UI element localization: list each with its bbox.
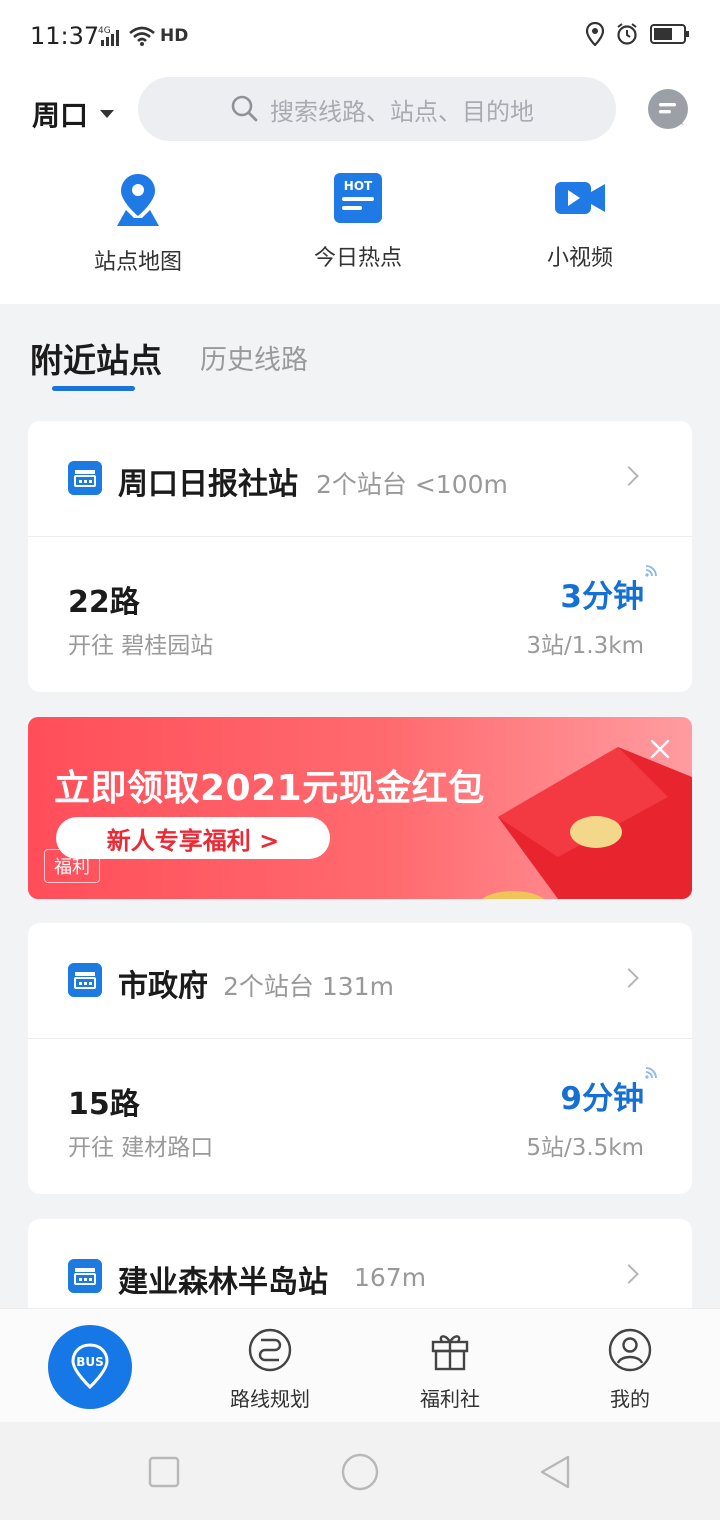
route-number: 22路 bbox=[68, 585, 140, 620]
quick-action-label: 今日热点 bbox=[313, 246, 402, 271]
chevron-right-icon bbox=[619, 1264, 639, 1284]
quick-action-short-video[interactable]: 小视频 bbox=[500, 172, 660, 272]
bus-stop-icon bbox=[68, 963, 102, 997]
red-envelope-illustration bbox=[482, 747, 692, 899]
city-selector[interactable]: 周口 bbox=[32, 94, 115, 134]
station-meta: 2个站台 <100m bbox=[316, 470, 508, 499]
route-distance: 3站/1.3km bbox=[526, 633, 644, 659]
status-indicators: 4G HD bbox=[98, 24, 188, 48]
route-direction: 开往 建材路口 bbox=[68, 1135, 214, 1161]
message-button[interactable] bbox=[648, 89, 688, 129]
battery-icon bbox=[650, 24, 689, 44]
banner-tag: 福利 bbox=[44, 849, 100, 883]
map-pin-icon bbox=[117, 174, 159, 226]
station-name: 周口日报社站 bbox=[118, 467, 298, 502]
hot-news-icon: HOT bbox=[334, 173, 382, 223]
station-header[interactable]: 建业森林半岛站 167m bbox=[28, 1219, 692, 1319]
alarm-icon bbox=[617, 23, 637, 45]
home-icon[interactable] bbox=[340, 1452, 380, 1492]
nav-bus-home[interactable]: BUS bbox=[48, 1325, 132, 1409]
hd-indicator: HD bbox=[160, 26, 189, 46]
search-icon bbox=[231, 95, 258, 122]
nav-label: 路线规划 bbox=[230, 1387, 310, 1411]
dropdown-caret-icon bbox=[100, 110, 115, 118]
recent-apps-icon[interactable] bbox=[148, 1456, 180, 1488]
tab-nearby-stations[interactable]: 附近站点 bbox=[30, 334, 162, 382]
arrival-eta: 3分钟 bbox=[560, 579, 644, 615]
network-label: 4G bbox=[98, 26, 111, 36]
route-direction: 开往 碧桂园站 bbox=[68, 633, 214, 659]
status-time: 11:37 bbox=[30, 22, 100, 50]
gift-icon bbox=[431, 1335, 469, 1371]
route-distance: 5站/3.5km bbox=[526, 1135, 644, 1161]
active-tab-indicator bbox=[52, 386, 135, 391]
city-name: 周口 bbox=[32, 99, 89, 132]
station-card: 周口日报社站 2个站台 <100m 22路 开往 碧桂园站 3分钟 3站/1.3… bbox=[28, 421, 692, 692]
location-icon bbox=[586, 22, 604, 46]
chevron-right-icon bbox=[619, 968, 639, 988]
station-meta: 167m bbox=[354, 1263, 427, 1292]
quick-action-station-map[interactable]: 站点地图 bbox=[58, 172, 218, 276]
realtime-signal-icon bbox=[645, 1067, 657, 1079]
banner-title: 立即领取2021元现金红包 bbox=[54, 768, 485, 809]
tab-history-routes[interactable]: 历史线路 bbox=[200, 338, 308, 377]
station-header[interactable]: 市政府 2个站台 131m bbox=[28, 923, 692, 1039]
station-meta: 2个站台 131m bbox=[223, 972, 394, 1001]
search-placeholder: 搜索线路、站点、目的地 bbox=[270, 97, 534, 126]
station-header[interactable]: 周口日报社站 2个站台 <100m bbox=[28, 421, 692, 537]
realtime-signal-icon bbox=[645, 565, 657, 577]
close-icon[interactable] bbox=[648, 737, 672, 761]
route-number: 15路 bbox=[68, 1087, 140, 1122]
wifi-icon bbox=[129, 26, 155, 46]
nav-route-planning[interactable]: 路线规划 bbox=[210, 1327, 330, 1412]
app-header: 周口 搜索线路、站点、目的地 站点地图 HOT 今日热点 小视频 bbox=[0, 72, 720, 304]
chevron-right-icon bbox=[619, 466, 639, 486]
video-camera-icon bbox=[555, 182, 605, 214]
status-bar: 11:37 4G HD bbox=[0, 0, 720, 72]
hot-badge: HOT bbox=[344, 179, 373, 193]
bus-stop-icon bbox=[68, 1259, 102, 1293]
nav-profile[interactable]: 我的 bbox=[570, 1327, 690, 1412]
promo-banner[interactable]: 立即领取2021元现金红包 新人专享福利 > 福利 bbox=[28, 717, 692, 899]
system-navigation-bar bbox=[0, 1422, 720, 1520]
user-icon bbox=[608, 1328, 652, 1372]
search-bar[interactable]: 搜索线路、站点、目的地 bbox=[138, 77, 616, 141]
station-card: 建业森林半岛站 167m bbox=[28, 1219, 692, 1319]
nav-welfare[interactable]: 福利社 bbox=[390, 1327, 510, 1412]
bottom-navigation: BUS 路线规划 福利社 我的 bbox=[0, 1308, 720, 1423]
quick-action-label: 站点地图 bbox=[93, 250, 182, 275]
station-card: 市政府 2个站台 131m 15路 开往 建材路口 9分钟 5站/3.5km bbox=[28, 923, 692, 1194]
bus-location-icon: BUS bbox=[71, 1343, 109, 1390]
arrival-eta: 9分钟 bbox=[560, 1081, 644, 1117]
cellular-signal-icon: 4G bbox=[98, 26, 119, 46]
bus-badge: BUS bbox=[76, 1355, 104, 1369]
bus-stop-icon bbox=[68, 461, 102, 495]
nav-label: 我的 bbox=[610, 1387, 650, 1411]
back-icon[interactable] bbox=[538, 1454, 574, 1490]
quick-action-hot-news[interactable]: HOT 今日热点 bbox=[278, 172, 438, 272]
nav-label: 福利社 bbox=[420, 1387, 480, 1411]
station-name: 市政府 bbox=[118, 969, 208, 1004]
message-icon bbox=[659, 103, 684, 125]
route-planning-icon bbox=[248, 1328, 292, 1372]
quick-action-label: 小视频 bbox=[546, 246, 613, 271]
station-name: 建业森林半岛站 bbox=[118, 1265, 328, 1300]
